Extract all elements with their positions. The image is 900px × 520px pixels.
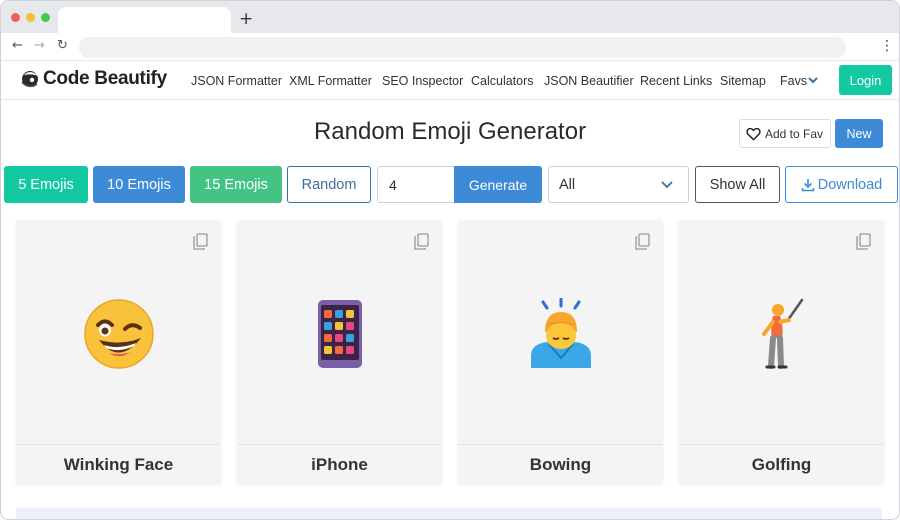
download-label: Download — [817, 176, 883, 193]
winking-face-emoji — [84, 299, 154, 369]
add-to-fav-button[interactable]: Add to Fav — [739, 119, 831, 148]
browser-tab[interactable] — [58, 7, 231, 33]
nav-calculators[interactable]: Calculators — [471, 74, 534, 88]
chevron-down-icon[interactable] — [807, 73, 819, 91]
browser-toolbar: ← → ↻ ⋮ — [1, 33, 899, 61]
add-to-fav-label: Add to Fav — [765, 126, 824, 141]
copy-icon[interactable] — [855, 233, 871, 255]
show-all-button[interactable]: Show All — [695, 166, 780, 203]
nav-json-beautifier[interactable]: JSON Beautifier — [544, 74, 634, 88]
emoji-card[interactable]: Golfing — [679, 220, 884, 484]
logo-text: Code Beautify — [43, 68, 167, 89]
emoji-name: Golfing — [751, 455, 812, 474]
five-emojis-button[interactable]: 5 Emojis — [4, 166, 88, 203]
minimize-window-dot[interactable] — [26, 13, 35, 22]
browser-tab-strip: + — [1, 1, 899, 33]
emoji-name: iPhone — [311, 455, 368, 474]
browser-window: + ← → ↻ ⋮ Code Beautify JSON Formatter X… — [0, 0, 900, 520]
site-logo[interactable]: Code Beautify — [19, 68, 167, 90]
copy-icon[interactable] — [634, 233, 650, 255]
nav-json-formatter[interactable]: JSON Formatter — [191, 74, 282, 88]
emoji-count-input[interactable]: 4 — [377, 166, 454, 203]
card-divider — [679, 444, 884, 445]
reload-icon[interactable]: ↻ — [57, 38, 68, 54]
nav-xml-formatter[interactable]: XML Formatter — [289, 74, 372, 88]
url-field[interactable] — [79, 37, 846, 58]
page-title: Random Emoji Generator — [313, 118, 587, 145]
info-banner — [16, 508, 882, 519]
back-icon[interactable]: ← — [12, 38, 23, 54]
browser-menu-icon[interactable]: ⋮ — [880, 38, 894, 54]
new-tab-button[interactable]: + — [239, 9, 253, 29]
site-header: Code Beautify JSON Formatter XML Formatt… — [1, 62, 899, 100]
heart-icon — [746, 127, 761, 141]
copy-icon[interactable] — [192, 233, 208, 255]
nav-recent-links[interactable]: Recent Links — [640, 74, 712, 88]
card-divider — [237, 444, 442, 445]
ten-emojis-button[interactable]: 10 Emojis — [93, 166, 185, 203]
person-bowing-emoji — [531, 298, 591, 368]
logo-icon — [19, 68, 41, 90]
close-window-dot[interactable] — [11, 13, 20, 22]
forward-icon[interactable]: → — [34, 38, 45, 54]
maximize-window-dot[interactable] — [41, 13, 50, 22]
copy-icon[interactable] — [413, 233, 429, 255]
random-button[interactable]: Random — [287, 166, 371, 203]
emoji-name: Bowing — [529, 455, 592, 474]
download-icon — [801, 178, 815, 192]
emoji-card[interactable]: Bowing — [458, 220, 663, 484]
card-divider — [16, 444, 221, 445]
card-divider — [458, 444, 663, 445]
category-select[interactable]: All — [548, 166, 689, 203]
new-button[interactable]: New — [835, 119, 883, 148]
chevron-down-icon — [660, 179, 674, 195]
person-golfing-emoji — [762, 298, 804, 369]
category-select-value: All — [559, 176, 576, 193]
mobile-phone-emoji — [318, 300, 362, 368]
emoji-card[interactable]: iPhone — [237, 220, 442, 484]
nav-seo-inspector[interactable]: SEO Inspector — [382, 74, 463, 88]
generate-button[interactable]: Generate — [454, 166, 542, 203]
emoji-name: Winking Face — [63, 455, 174, 474]
emoji-card[interactable]: Winking Face — [16, 220, 221, 484]
nav-sitemap[interactable]: Sitemap — [720, 74, 766, 88]
fifteen-emojis-button[interactable]: 15 Emojis — [190, 166, 282, 203]
nav-favs[interactable]: Favs — [780, 74, 807, 88]
download-button[interactable]: Download — [785, 166, 898, 203]
login-button[interactable]: Login — [839, 65, 892, 95]
